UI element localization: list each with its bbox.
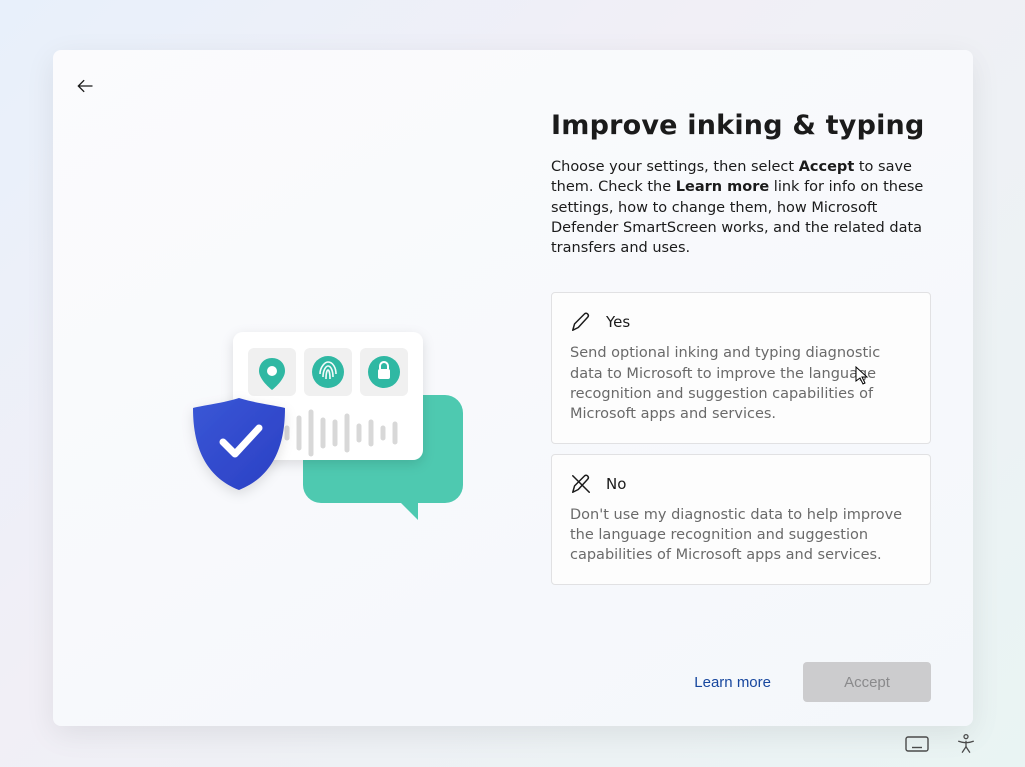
- option-no[interactable]: No Don't use my diagnostic data to help …: [551, 454, 931, 585]
- option-no-header: No: [570, 473, 912, 495]
- keyboard-icon: [905, 734, 929, 754]
- footer-row: Learn more Accept: [551, 642, 931, 702]
- illustration-column: [53, 50, 551, 726]
- accessibility-icon: [955, 733, 977, 755]
- subtitle-text: Choose your settings, then select: [551, 159, 799, 175]
- option-yes[interactable]: Yes Send optional inking and typing diag…: [551, 292, 931, 443]
- option-yes-header: Yes: [570, 311, 912, 333]
- subtitle-learnmore-word: Learn more: [676, 179, 769, 195]
- system-tray: [905, 733, 977, 755]
- option-yes-title: Yes: [606, 313, 630, 331]
- on-screen-keyboard-button[interactable]: [905, 734, 929, 754]
- oobe-panel: Improve inking & typing Choose your sett…: [53, 50, 973, 726]
- content-column: Improve inking & typing Choose your sett…: [551, 50, 973, 726]
- pen-icon: [570, 311, 592, 333]
- option-yes-desc: Send optional inking and typing diagnost…: [570, 343, 912, 424]
- page-subtitle: Choose your settings, then select Accept…: [551, 157, 931, 258]
- learn-more-link[interactable]: Learn more: [694, 674, 771, 691]
- accessibility-button[interactable]: [955, 733, 977, 755]
- accept-button[interactable]: Accept: [803, 662, 931, 702]
- privacy-illustration: [193, 320, 463, 530]
- page-title: Improve inking & typing: [551, 110, 931, 141]
- pen-off-icon: [570, 473, 592, 495]
- option-no-title: No: [606, 475, 626, 493]
- subtitle-accept-word: Accept: [799, 159, 855, 175]
- option-no-desc: Don't use my diagnostic data to help imp…: [570, 505, 912, 566]
